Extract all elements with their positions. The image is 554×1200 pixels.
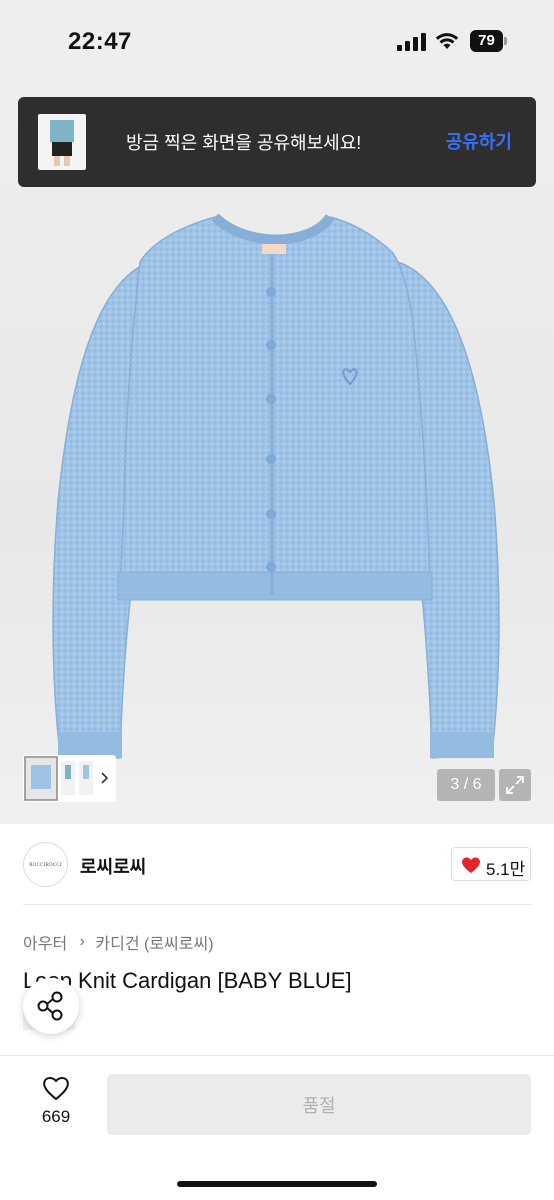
share-button[interactable] <box>23 978 79 1034</box>
share-action-button[interactable]: 공유하기 <box>446 128 512 154</box>
image-counter: 3 / 6 <box>437 769 495 801</box>
wishlist-count: 669 <box>41 1107 71 1126</box>
status-time: 22:47 <box>68 28 132 55</box>
heart-outline-icon <box>43 1077 69 1101</box>
wifi-icon <box>435 33 459 49</box>
product-image[interactable] <box>0 82 554 824</box>
section-divider <box>23 904 531 905</box>
brand-row[interactable]: ROCCIROCCI 로씨로씨 5.1만 <box>0 824 554 904</box>
battery-cap <box>504 37 507 45</box>
cardigan-illustration <box>52 213 500 759</box>
breadcrumb-category[interactable]: 아우터 <box>23 936 67 953</box>
status-bar: 22:47 79 <box>0 0 554 82</box>
sold-out-button[interactable]: 품절 <box>107 1074 531 1135</box>
brand-name[interactable]: 로씨로씨 <box>80 853 146 879</box>
heart-filled-icon <box>462 857 480 873</box>
battery-icon: 79 <box>470 30 508 52</box>
chevron-right-icon: › <box>79 933 85 950</box>
brand-like-count: 5.1만 <box>486 860 526 879</box>
cellular-signal-icon <box>397 33 426 51</box>
brand-logo[interactable]: ROCCIROCCI <box>23 842 68 887</box>
thumbnail-strip[interactable] <box>23 755 116 802</box>
toast-message: 방금 찍은 화면을 공유해보세요! <box>126 133 362 153</box>
breadcrumb-subcategory[interactable]: 카디건 (로씨로씨) <box>95 936 213 953</box>
share-icon <box>37 991 63 1021</box>
wishlist-button[interactable]: 669 <box>23 1075 89 1135</box>
share-toast: 방금 찍은 화면을 공유해보세요! 공유하기 <box>18 97 536 187</box>
breadcrumb: 아우터 › 카디건 (로씨로씨) <box>23 930 214 954</box>
battery-level: 79 <box>470 30 503 52</box>
expand-icon[interactable] <box>499 769 531 801</box>
home-indicator[interactable] <box>177 1181 377 1187</box>
brand-like-button[interactable]: 5.1만 <box>451 847 531 881</box>
screenshot-thumbnail <box>38 114 86 170</box>
bottom-bar-divider <box>0 1055 554 1056</box>
